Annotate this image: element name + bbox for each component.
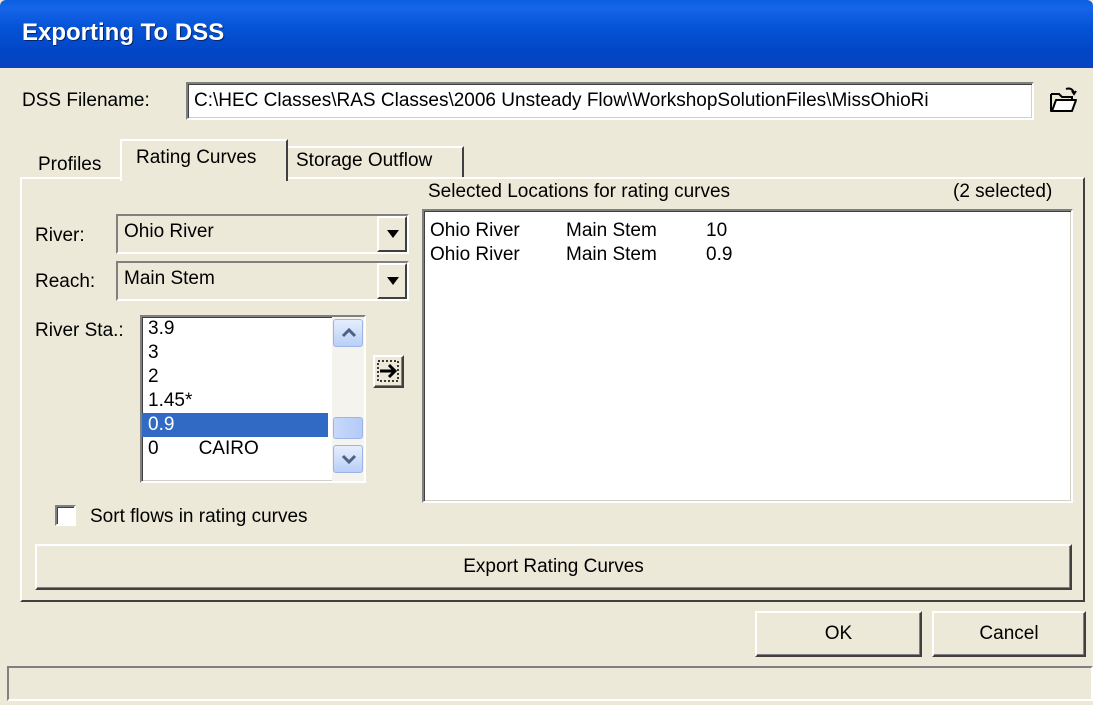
dss-filename-field[interactable]: C:\HEC Classes\RAS Classes\2006 Unsteady… [186, 82, 1034, 120]
chevron-up-icon [341, 328, 357, 338]
list-item[interactable]: 3.9 [142, 317, 328, 341]
list-item[interactable]: 3 [142, 341, 328, 365]
sort-flows-label: Sort flows in rating curves [90, 506, 308, 527]
cancel-button[interactable]: Cancel [932, 611, 1086, 657]
list-item[interactable]: Ohio River Main Stem 0.9 [430, 244, 1050, 266]
vertical-scrollbar[interactable] [332, 317, 364, 481]
add-location-button[interactable] [373, 355, 404, 388]
reach-dropdown-arrow[interactable] [377, 263, 407, 299]
tab-storage-outflow[interactable]: Storage Outflow [288, 146, 464, 178]
river-label: River: [35, 225, 85, 246]
list-item[interactable]: 1.45* [142, 389, 328, 413]
selected-locations-header: Selected Locations for rating curves [428, 181, 731, 202]
export-rating-curves-button[interactable]: Export Rating Curves [35, 544, 1072, 590]
list-item-selected[interactable]: 0.9 [142, 413, 328, 437]
ok-button[interactable]: OK [755, 611, 922, 657]
tab-profiles[interactable]: Profiles [24, 150, 120, 180]
reach-value: Main Stem [124, 268, 215, 289]
open-folder-icon [1050, 87, 1077, 112]
arrow-right-icon [377, 360, 399, 382]
window-title: Exporting To DSS [22, 19, 225, 46]
reach-label: Reach: [35, 271, 96, 292]
tab-rating-curves[interactable]: Rating Curves [120, 139, 288, 181]
sort-flows-checkbox[interactable] [55, 505, 76, 526]
river-station-list[interactable]: 3.9 3 2 1.45* 0.9 0 CAIRO [140, 315, 366, 483]
selected-count: (2 selected) [953, 181, 1053, 202]
list-item[interactable]: 0 CAIRO [142, 437, 328, 461]
scroll-thumb[interactable] [333, 417, 363, 439]
title-bar[interactable]: Exporting To DSS [0, 0, 1093, 68]
dss-filename-label: DSS Filename: [22, 90, 150, 111]
scroll-down-button[interactable] [333, 445, 363, 473]
river-dropdown-arrow[interactable] [377, 216, 407, 252]
scroll-up-button[interactable] [333, 319, 363, 347]
reach-dropdown[interactable]: Main Stem [116, 261, 409, 301]
list-item[interactable]: 2 [142, 365, 328, 389]
status-bar [7, 666, 1093, 701]
dropdown-arrow-icon [387, 277, 399, 285]
river-station-label: River Sta.: [35, 320, 124, 341]
list-item[interactable]: Ohio River Main Stem 10 [430, 220, 1050, 242]
export-dss-window: Exporting To DSS DSS Filename: C:\HEC Cl… [0, 0, 1093, 705]
selected-locations-list[interactable]: Ohio River Main Stem 10 Ohio River Main … [422, 209, 1073, 503]
chevron-down-icon [341, 454, 357, 464]
dropdown-arrow-icon [387, 230, 399, 238]
river-value: Ohio River [124, 221, 214, 242]
river-dropdown[interactable]: Ohio River [116, 214, 409, 254]
open-file-button[interactable] [1046, 84, 1080, 118]
